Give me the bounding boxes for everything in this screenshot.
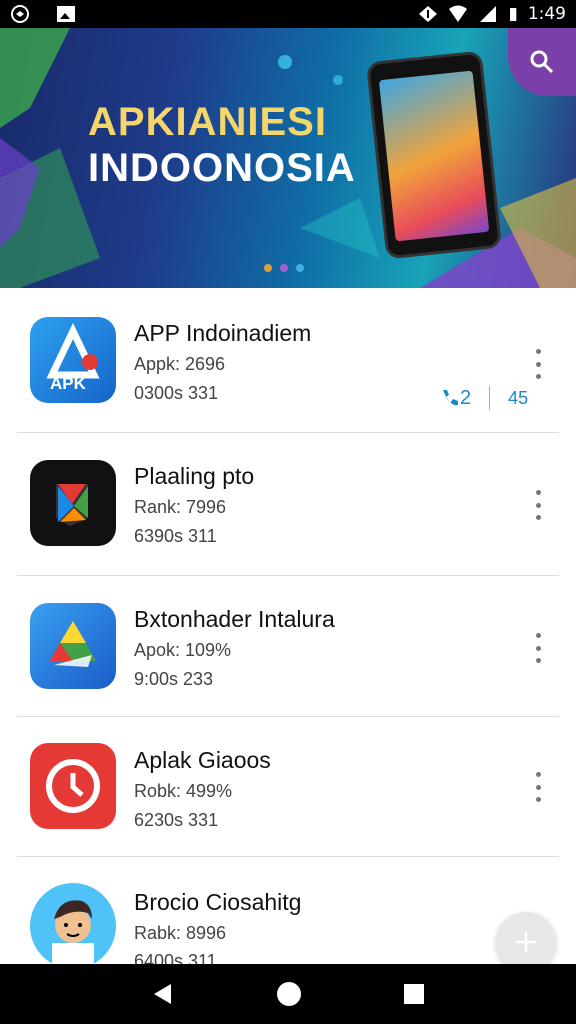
carousel-indicator	[264, 264, 304, 272]
triangle-app-icon	[30, 603, 116, 689]
list-item[interactable]: Bxtonhader Intalura Apok: 109% 9:00s 233	[0, 576, 576, 718]
status-time: 1:49	[527, 4, 566, 24]
list-item[interactable]: Aplak Giaoos Robk: 499% 6230s 331	[0, 717, 576, 859]
app-meta-size: 6390s 311	[134, 526, 217, 546]
more-options-button[interactable]	[528, 349, 548, 379]
apk-app-icon: APK	[30, 317, 116, 403]
hero-banner: APKIANIESI INDOONOSIA	[0, 28, 576, 288]
banner-title-line1: APKIANIESI	[88, 100, 327, 144]
clock-app-icon	[30, 743, 116, 829]
app-meta-rank: Rabk: 8996	[134, 923, 227, 943]
data-icon	[419, 6, 438, 22]
status-bar: ▮ 1:49	[0, 0, 576, 28]
svg-text:APK: APK	[50, 374, 87, 393]
add-fab-button[interactable]	[496, 912, 556, 972]
app-name: APP Indoinadiem	[134, 320, 312, 346]
home-icon[interactable]	[276, 981, 302, 1007]
app-meta-size: 6230s 331	[134, 810, 219, 830]
app-meta-size: 9:00s 233	[134, 669, 214, 689]
app-actions: 2 45	[440, 386, 528, 410]
notification-icon	[11, 5, 29, 23]
banner-title-line2: INDOONOSIA	[88, 146, 356, 190]
app-meta-rank: Appk: 2696	[134, 354, 226, 374]
photo-icon	[57, 6, 75, 22]
more-options-button[interactable]	[528, 772, 548, 802]
more-options-button[interactable]	[528, 633, 548, 663]
app-meta-rank: Rank: 7996	[134, 497, 227, 517]
wifi-icon	[449, 5, 468, 22]
app-name: Aplak Giaoos	[134, 747, 271, 773]
app-name: Plaaling pto	[134, 463, 255, 489]
phone-illustration	[365, 50, 503, 260]
app-meta-size: 0300s 331	[134, 383, 219, 403]
action-count-right[interactable]: 45	[508, 388, 528, 409]
app-meta-rank: Robk: 499%	[134, 781, 233, 801]
more-options-button[interactable]	[528, 490, 548, 520]
app-name: Brocio Ciosahitg	[134, 889, 302, 915]
app-name: Bxtonhader Intalura	[134, 606, 335, 632]
recents-icon[interactable]	[403, 983, 425, 1005]
system-navigation-bar	[0, 964, 576, 1024]
phone-icon[interactable]	[440, 388, 460, 408]
avatar-app-icon	[30, 883, 116, 969]
app-meta-rank: Apok: 109%	[134, 640, 232, 660]
app-list: APK APP Indoinadiem Appk: 2696 0300s 331…	[0, 288, 576, 971]
search-icon	[530, 50, 554, 74]
action-count-left[interactable]: 2	[460, 387, 471, 410]
plus-icon	[516, 932, 536, 952]
battery-icon: ▮	[508, 4, 518, 24]
back-icon[interactable]	[151, 982, 175, 1006]
list-item[interactable]: Plaaling pto Rank: 7996 6390s 311	[0, 433, 576, 575]
playing-app-icon	[30, 460, 116, 546]
signal-icon	[480, 6, 497, 22]
list-item[interactable]: APK APP Indoinadiem Appk: 2696 0300s 331…	[0, 288, 576, 430]
